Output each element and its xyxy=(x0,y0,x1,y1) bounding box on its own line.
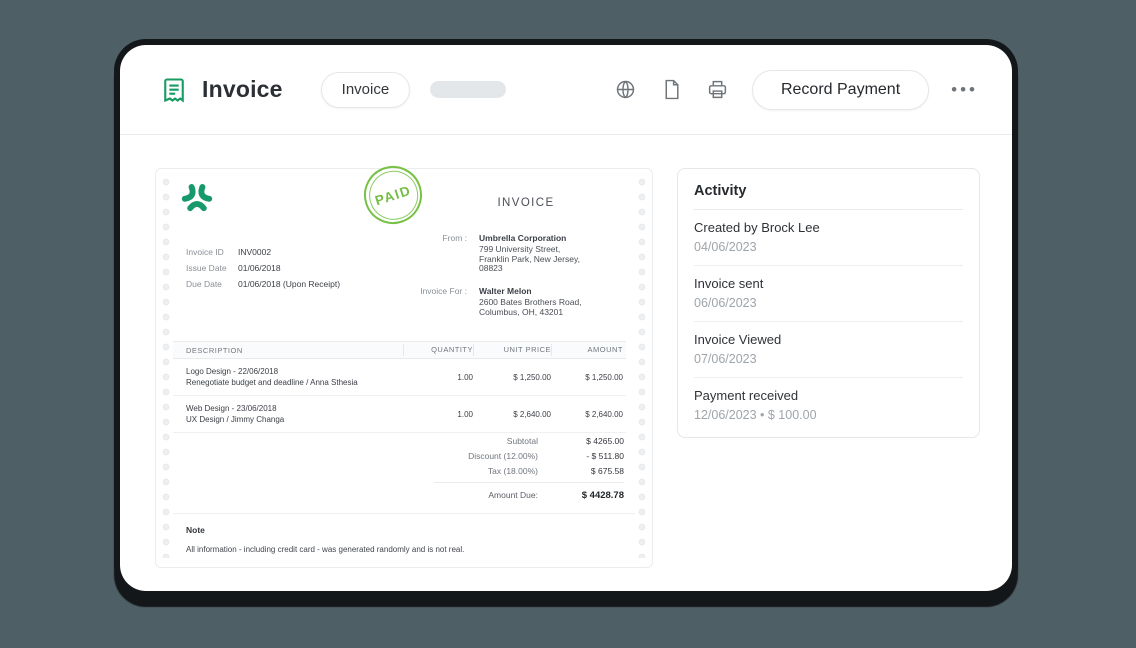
app-window: Invoice Invoice Record Payment ••• xyxy=(120,45,1012,591)
paid-stamp-label: PAID xyxy=(373,182,413,208)
activity-entry-created: Created by Brock Lee 04/06/2023 xyxy=(694,210,963,266)
printer-icon xyxy=(707,79,728,100)
note-section: Note All information - including credit … xyxy=(186,525,622,554)
activity-panel: Activity Created by Brock Lee 04/06/2023… xyxy=(677,168,980,438)
activity-entry-payment: Payment received 12/06/2023 • $ 100.00 xyxy=(694,378,963,433)
note-heading: Note xyxy=(186,525,622,535)
from-block: From : Umbrella Corporation 799 Universi… xyxy=(356,233,626,274)
perforation-dots-left xyxy=(162,178,170,558)
perforation-dots-right xyxy=(638,178,646,558)
amount-due-row: Amount Due: $ 4428.78 xyxy=(434,486,624,504)
placeholder-pill xyxy=(430,81,506,98)
invoice-doc-title: INVOICE xyxy=(466,197,586,209)
table-header-row: DESCRIPTION QUANTITY UNIT PRICE AMOUNT xyxy=(173,341,626,359)
activity-entry-viewed: Invoice Viewed 07/06/2023 xyxy=(694,322,963,378)
file-icon xyxy=(662,79,681,100)
header: Invoice Invoice Record Payment ••• xyxy=(120,45,1012,135)
table-row: Logo Design - 22/06/2018 Renegotiate bud… xyxy=(173,359,626,396)
discount-row: Discount (12.00%) - $ 511.80 xyxy=(434,448,624,463)
activity-entry-sent: Invoice sent 06/06/2023 xyxy=(694,266,963,322)
printer-button[interactable] xyxy=(707,79,728,100)
receipt-icon xyxy=(160,75,188,105)
customer-name: Walter Melon xyxy=(479,286,582,296)
invoice-meta: Invoice ID INV0002 Issue Date 01/06/2018… xyxy=(186,247,340,295)
paid-stamp: PAID xyxy=(356,158,429,231)
file-button[interactable] xyxy=(662,79,681,100)
record-payment-button[interactable]: Record Payment xyxy=(752,70,929,110)
tab-invoice[interactable]: Invoice xyxy=(321,72,411,108)
note-text: All information - including credit card … xyxy=(186,545,622,554)
company-logo-icon xyxy=(180,181,214,215)
invoice-preview: PAID INVOICE Invoice ID INV0002 Issue Da… xyxy=(155,168,653,568)
note-divider xyxy=(173,513,635,514)
globe-button[interactable] xyxy=(615,79,636,100)
meta-row-issue-date: Issue Date 01/06/2018 xyxy=(186,263,340,273)
invoice-for-block: Invoice For : Walter Melon 2600 Bates Br… xyxy=(356,286,626,317)
line-items-table: DESCRIPTION QUANTITY UNIT PRICE AMOUNT L… xyxy=(173,341,626,433)
more-options-icon[interactable]: ••• xyxy=(951,70,978,110)
amount-due-divider xyxy=(434,482,624,483)
customer-address: 2600 Bates Brothers Road, Columbus, OH, … xyxy=(479,298,582,317)
from-address: 799 University Street, Franklin Park, Ne… xyxy=(479,245,580,274)
table-row: Web Design - 23/06/2018 UX Design / Jimm… xyxy=(173,396,626,433)
globe-icon xyxy=(615,79,636,100)
subtotal-row: Subtotal $ 4265.00 xyxy=(434,433,624,448)
activity-heading: Activity xyxy=(694,183,963,210)
page-title: Invoice xyxy=(202,76,283,103)
totals-section: Subtotal $ 4265.00 Discount (12.00%) - $… xyxy=(434,433,624,504)
from-name: Umbrella Corporation xyxy=(479,233,580,243)
tax-row: Tax (18.00%) $ 675.58 xyxy=(434,463,624,478)
meta-row-invoice-id: Invoice ID INV0002 xyxy=(186,247,340,257)
meta-row-due-date: Due Date 01/06/2018 (Upon Receipt) xyxy=(186,279,340,289)
